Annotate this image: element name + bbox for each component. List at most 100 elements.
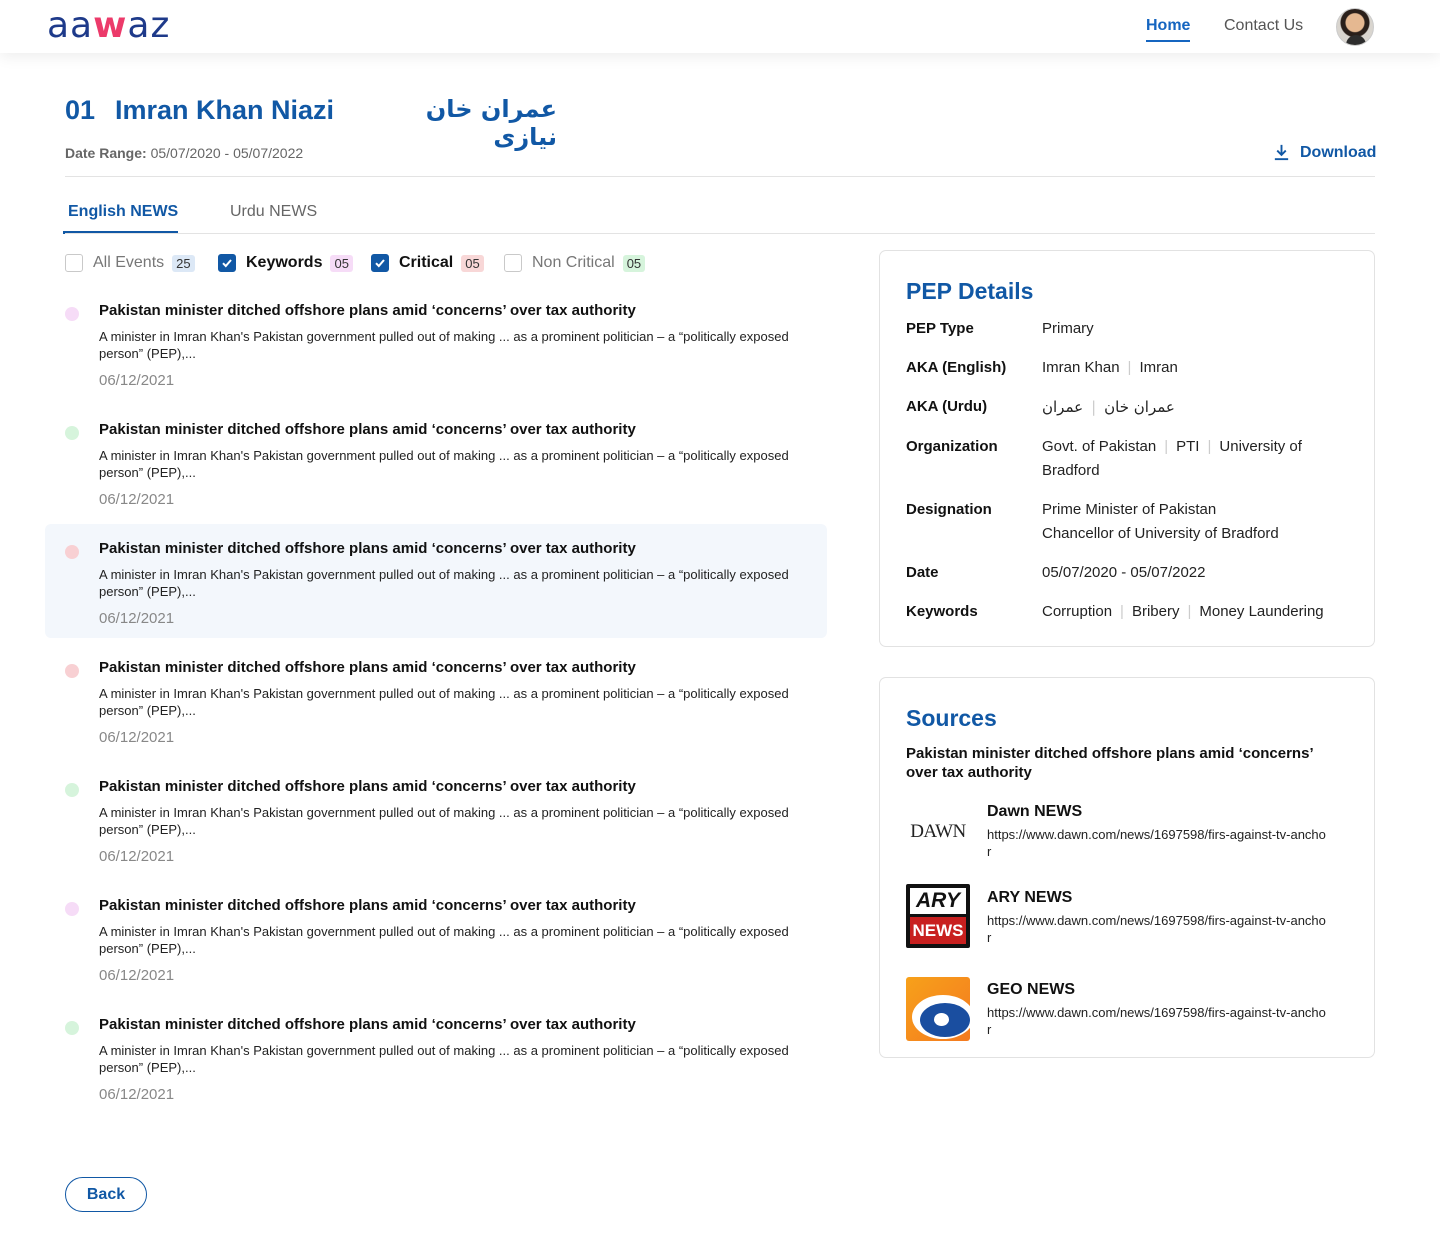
- organization-value: Govt. of Pakistan | PTI | University of Brad…: [1042, 438, 1302, 479]
- source-url-ary[interactable]: https://www.dawn.com/news/1697598/firs-a…: [987, 912, 1327, 946]
- back-button[interactable]: Back: [65, 1177, 147, 1212]
- nav-home-link[interactable]: Home: [1146, 17, 1190, 35]
- news-description: A minister in Imran Khan's Pakistan gove…: [99, 448, 789, 480]
- aka-english-value: Imran Khan | Imran: [1042, 359, 1178, 376]
- news-title[interactable]: Pakistan minister ditched offshore plans…: [99, 778, 636, 795]
- designation-label: Designation: [906, 501, 992, 518]
- news-date: 06/12/2021: [99, 1086, 175, 1103]
- filter-label: All Events: [93, 254, 165, 271]
- news-title[interactable]: Pakistan minister ditched offshore plans…: [99, 659, 636, 676]
- sources-card: Sources Pakistan minister ditched offsho…: [879, 677, 1375, 1058]
- source-name-geo: GEO NEWS: [987, 981, 1076, 998]
- check-icon: [222, 259, 232, 268]
- logo-text-az: az: [127, 5, 171, 46]
- news-category-dot: [65, 545, 79, 559]
- organization-2: PTI: [1176, 438, 1200, 455]
- filter-0[interactable]: All Events 25: [65, 254, 195, 272]
- pep-type-label: PEP Type: [906, 320, 974, 337]
- news-item[interactable]: Pakistan minister ditched offshore plans…: [45, 762, 827, 876]
- news-category-dot: [65, 783, 79, 797]
- news-item[interactable]: Pakistan minister ditched offshore plans…: [45, 524, 827, 638]
- news-item[interactable]: Pakistan minister ditched offshore plans…: [45, 643, 827, 757]
- filter-1[interactable]: Keywords 05: [218, 254, 353, 272]
- news-date: 06/12/2021: [99, 967, 175, 984]
- organization-1: Govt. of Pakistan: [1042, 438, 1157, 455]
- aka-urdu-2: عمران: [1042, 398, 1084, 416]
- nav-contact-link[interactable]: Contact Us: [1224, 17, 1303, 35]
- filter-label: Non Critical: [532, 254, 615, 271]
- logo-text-a: aa: [47, 5, 94, 46]
- aka-english-label: AKA (English): [906, 359, 1007, 376]
- news-title[interactable]: Pakistan minister ditched offshore plans…: [99, 897, 636, 914]
- profile-name-urdu: عمران خان نیازی: [425, 95, 557, 151]
- source-url-geo[interactable]: https://www.dawn.com/news/1697598/firs-a…: [987, 1004, 1327, 1038]
- keyword-3: Money Laundering: [1199, 603, 1324, 620]
- tab-urdu-news[interactable]: Urdu NEWS: [230, 203, 317, 221]
- designation-2: Chancellor of University of Bradford: [1042, 525, 1279, 542]
- news-category-dot: [65, 902, 79, 916]
- filter-count-badge: 25: [172, 254, 195, 272]
- profile-name: Imran Khan Niazi: [115, 95, 335, 125]
- download-icon: [1274, 144, 1289, 161]
- user-avatar[interactable]: [1336, 8, 1374, 46]
- news-category-dot: [65, 307, 79, 321]
- aka-urdu-1: عمران خان: [1104, 398, 1175, 416]
- filter-3[interactable]: Non Critical 05: [504, 254, 646, 272]
- news-item[interactable]: Pakistan minister ditched offshore plans…: [45, 405, 827, 519]
- ary-logo: ARY NEWS: [906, 884, 970, 948]
- aka-urdu-label: AKA (Urdu): [906, 398, 988, 415]
- pep-details-title: PEP Details: [906, 278, 1034, 304]
- filter-checkbox[interactable]: [504, 254, 522, 272]
- logo-text-w: w: [93, 5, 128, 46]
- aawaz-logo[interactable]: aa w az: [47, 6, 170, 46]
- source-name-dawn: Dawn NEWS: [987, 803, 1083, 820]
- download-button[interactable]: Download: [1272, 143, 1376, 162]
- news-date: 06/12/2021: [99, 610, 175, 627]
- news-title[interactable]: Pakistan minister ditched offshore plans…: [99, 421, 636, 438]
- filter-checkbox[interactable]: [371, 254, 389, 272]
- check-icon: [375, 259, 385, 268]
- ary-news-text: NEWS: [910, 917, 966, 944]
- news-item[interactable]: Pakistan minister ditched offshore plans…: [45, 881, 827, 995]
- keywords-label: Keywords: [906, 603, 978, 620]
- news-date: 06/12/2021: [99, 372, 175, 389]
- date-value: 05/07/2020 - 05/07/2022: [1042, 564, 1206, 581]
- aka-english-1: Imran Khan: [1042, 359, 1120, 376]
- filter-count-badge: 05: [622, 254, 646, 272]
- geo-logo: [906, 977, 970, 1041]
- aka-urdu-value: عمران خان|عمران: [1042, 398, 1175, 416]
- organization-label: Organization: [906, 438, 998, 455]
- download-label: Download: [1300, 143, 1377, 161]
- news-description: A minister in Imran Khan's Pakistan gove…: [99, 329, 789, 361]
- news-title[interactable]: Pakistan minister ditched offshore plans…: [99, 1016, 636, 1033]
- news-category-dot: [65, 426, 79, 440]
- news-description: A minister in Imran Khan's Pakistan gove…: [99, 805, 789, 837]
- divider: [65, 176, 1375, 177]
- news-description: A minister in Imran Khan's Pakistan gove…: [99, 686, 789, 718]
- designation-value: Prime Minister of Pakistan Chancellor of…: [1042, 498, 1279, 546]
- news-title[interactable]: Pakistan minister ditched offshore plans…: [99, 302, 636, 319]
- dawn-logo: DAWN: [906, 800, 970, 864]
- news-item[interactable]: Pakistan minister ditched offshore plans…: [45, 286, 827, 400]
- date-range-label: Date Range:: [65, 145, 147, 161]
- date-range: Date Range: 05/07/2020 - 05/07/2022: [65, 145, 303, 161]
- filter-checkbox[interactable]: [218, 254, 236, 272]
- ary-logo-text: ARY: [910, 888, 966, 914]
- news-item[interactable]: Pakistan minister ditched offshore plans…: [45, 1000, 827, 1114]
- filter-count-badge: 05: [461, 254, 484, 272]
- tabs-divider: [65, 233, 1375, 234]
- source-url-dawn[interactable]: https://www.dawn.com/news/1697598/firs-a…: [987, 826, 1327, 860]
- news-title[interactable]: Pakistan minister ditched offshore plans…: [99, 540, 636, 557]
- filter-2[interactable]: Critical 05: [371, 254, 484, 272]
- news-date: 06/12/2021: [99, 729, 175, 746]
- news-description: A minister in Imran Khan's Pakistan gove…: [99, 567, 789, 599]
- pep-details-card: PEP Details PEP Type Primary AKA (Englis…: [879, 250, 1375, 647]
- sources-title: Sources: [906, 705, 997, 731]
- news-date: 06/12/2021: [99, 848, 175, 865]
- filter-checkbox[interactable]: [65, 254, 83, 272]
- news-description: A minister in Imran Khan's Pakistan gove…: [99, 1043, 789, 1075]
- keywords-value: Corruption | Bribery | Money Laundering: [1042, 603, 1324, 620]
- tab-english-news[interactable]: English NEWS: [68, 203, 178, 221]
- source-name-ary: ARY NEWS: [987, 889, 1073, 906]
- news-date: 06/12/2021: [99, 491, 175, 508]
